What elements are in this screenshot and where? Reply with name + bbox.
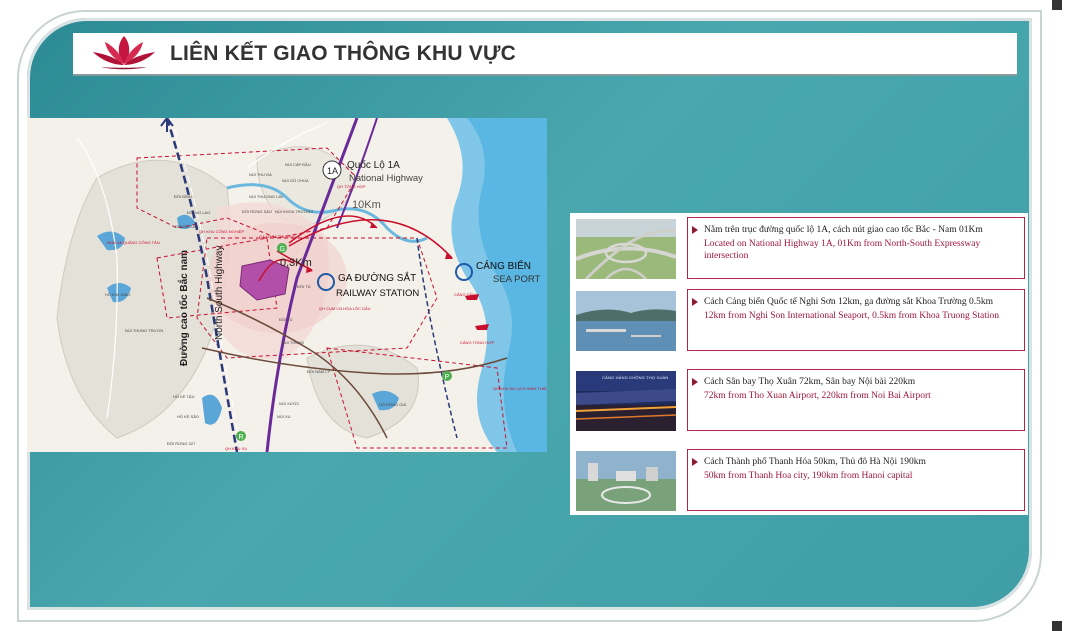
label-nui-khoa-truong: NÚI KHOA TRƯỜNG [275, 209, 313, 214]
info-text-en: 12km from Nghi Son International Seaport… [704, 311, 1000, 321]
seaport-photo [576, 291, 676, 351]
label-nui-cap-dau: NÚI CÁP ĐẦU [285, 162, 311, 167]
highway-distance: 10Km [352, 199, 381, 211]
label-doi-dinh: ĐỒI ĐỈNH [174, 194, 192, 199]
route-badge: 1A [327, 166, 338, 176]
label-doi-tu: ĐỒI TÚ [297, 284, 311, 289]
info-text-en: Located on National Highway 1A, 01Km fro… [704, 239, 981, 261]
label-doi-rung-327: ĐỒI RỪNG 327 [167, 441, 196, 446]
label-nui-thung: NÚI THUNG [282, 340, 304, 345]
label-nha-xa-quang: NHÀ XA QUẢNG CÔNG TÂN [107, 240, 160, 245]
highway-label-en: National Highway [349, 173, 423, 184]
label-ho-dong-gia: HỒ ĐỒNG GIÁ [379, 402, 406, 407]
city-photo [576, 451, 676, 511]
info-row: Cách Thành phố Thanh Hóa 50km, Thủ đô Hà… [574, 449, 1025, 517]
label-qh-khu-xu: QH KHU XU [225, 446, 247, 451]
label-doi-ng-lao-2: ĐỒI NG LAO [175, 224, 198, 229]
expressway-label-en: North South Highway [214, 246, 225, 341]
label-nui-thung-truon: NÚI THUNG TRƯƠN [125, 328, 163, 333]
map-svg: G P R 1A Quốc Lộ 1A National Highway 10K… [27, 118, 547, 452]
header-bar: LIÊN KẾT GIAO THÔNG KHU VỰC [73, 33, 1017, 76]
seaport-label-vn: CẢNG BIỂN [476, 259, 531, 272]
label-nui-go-chua: NÚI GÒ CHÙA [282, 178, 309, 183]
lotus-logo-icon [93, 36, 155, 70]
label-doi-ng-lao: ĐỒI NG LAO [187, 210, 210, 215]
label-nui-xuoc: NÚI XƯỚC [279, 401, 300, 406]
info-row: Nằm trên trục đường quốc lộ 1A, cách nút… [574, 217, 1025, 285]
info-text-box: Cách Thành phố Thanh Hóa 50km, Thủ đô Hà… [687, 449, 1025, 511]
info-text-en: 50km from Thanh Hoa city, 190km from Han… [704, 471, 913, 481]
page-title: LIÊN KẾT GIAO THÔNG KHU VỰC [170, 41, 516, 65]
label-ho-ke-sao: HỒ KÈ SÃO [177, 414, 199, 419]
info-text-box: Cách Sân bay Thọ Xuân 72km, Sân bay Nội … [687, 369, 1025, 431]
airport-photo: CẢNG HÀNG KHÔNG THỌ XUÂN [576, 371, 676, 431]
station-distance: 0,3Km [280, 257, 312, 269]
info-row: Cách Cảng biển Quốc tế Nghi Sơn 12km, ga… [574, 289, 1025, 357]
label-qh-cum-cn: QH CỤM CN HÓA LỘC DẦU [319, 306, 371, 311]
info-row: CẢNG HÀNG KHÔNG THỌ XUÂN Cách Sân bay Th… [574, 369, 1025, 437]
regional-map: G P R 1A Quốc Lộ 1A National Highway 10K… [27, 118, 547, 452]
label-doi-nam-ly: ĐỒI NAM LÝ [307, 369, 330, 374]
label-nui-thuong-lim: NÚI THƯỢNG LIM [249, 194, 283, 199]
connectivity-info-panel: Nằm trên trục đường quốc lộ 1A, cách nút… [570, 213, 1028, 515]
label-ho-kim-giao: HỒ KIM GIAO [105, 292, 130, 297]
info-text-box: Nằm trên trục đường quốc lộ 1A, cách nút… [687, 217, 1025, 279]
label-qh-tong-hop: QH TỔNG HỢP [337, 184, 366, 189]
label-nui-thu-da: NÚI THU ĐÀ [249, 172, 272, 177]
marker-g: G [280, 246, 285, 253]
airport-sign: CẢNG HÀNG KHÔNG THỌ XUÂN [602, 375, 669, 380]
label-doi-rung-sao: ĐỒI RỪNG SÁO [242, 209, 272, 214]
info-text-vn: Cách Cảng biển Quốc tế Nghi Sơn 12km, ga… [704, 297, 993, 307]
highway-interchange-photo [576, 219, 676, 279]
expressway-label-vn: Đường cao tốc Bắc nam [177, 250, 190, 366]
label-ga-khoa-truong: GA KHOA TRƯỜNG [259, 234, 296, 239]
label-cang-tong-hop: CẢNG TỔNG HỢP [460, 340, 495, 345]
bullet-arrow-icon [692, 458, 698, 466]
info-text-vn: Cách Sân bay Thọ Xuân 72km, Sân bay Nội … [704, 377, 916, 387]
info-text-box: Cách Cảng biển Quốc tế Nghi Sơn 12km, ga… [687, 289, 1025, 351]
info-text-en: 72km from Tho Xuan Airport, 220km from N… [704, 391, 931, 401]
station-label-en: RAILWAY STATION [336, 288, 419, 299]
station-label-vn: GA ĐƯỜNG SẮT [338, 271, 416, 284]
info-text-vn: Nằm trên trục đường quốc lộ 1A, cách nút… [704, 225, 983, 235]
corner-mark-top [1052, 0, 1062, 10]
seaport-label-en: SEA PORT [493, 274, 541, 285]
label-cang-dau: CẢNG DẦU [454, 292, 475, 297]
info-text-vn: Cách Thành phố Thanh Hóa 50km, Thủ đô Hà… [704, 457, 926, 467]
highway-label-vn: Quốc Lộ 1A [347, 159, 400, 171]
label-qh-khu-cong-nghiep: QH KHU CÔNG NGHIỆP [199, 229, 244, 234]
label-doi-tu-2: ĐỒI TÚ [279, 317, 293, 322]
bullet-arrow-icon [692, 298, 698, 306]
corner-mark-bottom [1052, 621, 1062, 631]
label-nui-xu: NÚI XU [277, 414, 291, 419]
bullet-arrow-icon [692, 378, 698, 386]
marker-r: R [239, 434, 244, 441]
label-qh-khu-du-lich: QH KHU DU LỊCH SINH THÁI [493, 386, 547, 391]
marker-p: P [445, 374, 450, 381]
label-ho-ke-tau: HỒ KÈ TẬU [173, 394, 195, 399]
bullet-arrow-icon [692, 226, 698, 234]
